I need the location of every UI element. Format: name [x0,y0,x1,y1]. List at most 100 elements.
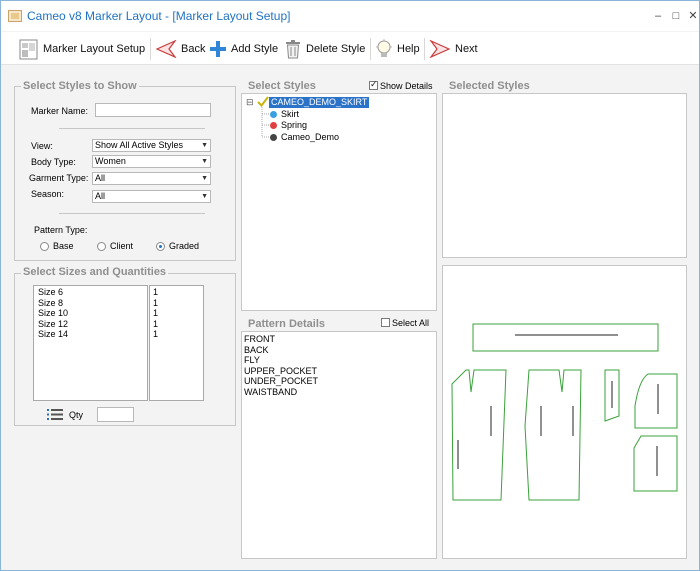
dark-ball-icon [270,133,277,141]
app-window: Cameo v8 Marker Layout - [Marker Layout … [0,0,700,571]
toolbar-divider [424,38,425,60]
next-label: Next [455,43,478,55]
list-item[interactable]: 1 [150,329,203,340]
tree-item-spring[interactable]: Spring [270,120,307,130]
pattern-type-base-label: Base [53,241,74,251]
list-item[interactable]: Size 12 [34,319,147,330]
sizes-list[interactable]: Size 6 Size 8 Size 10 Size 12 Size 14 [33,285,148,401]
select-all-checkbox[interactable] [381,318,390,327]
list-item[interactable]: 1 [150,298,203,309]
list-item[interactable]: UPPER_POCKET [243,366,318,377]
list-item[interactable]: Size 10 [34,308,147,319]
radio-icon [40,241,49,251]
garment-type-label: Garment Type: [29,173,89,183]
trash-icon [286,40,300,59]
under-pocket-piece[interactable] [633,435,678,492]
tree-item-label: Spring [281,120,308,130]
maximize-button[interactable]: □ [667,7,685,25]
help-label: Help [397,43,420,55]
marker-name-input[interactable] [95,103,211,117]
checkmark-icon [257,96,269,107]
pattern-type-client-label: Client [110,241,134,251]
help-button[interactable]: Help [375,35,420,63]
body-type-label: Body Type: [31,157,76,167]
styles-filter-legend: Select Styles to Show [21,80,139,92]
season-select-value: All [95,191,106,201]
red-ball-icon [270,121,277,129]
list-item[interactable]: Size 14 [34,329,147,340]
list-item[interactable]: 1 [150,308,203,319]
tree-item-skirt[interactable]: Skirt [270,109,299,119]
garment-type-select[interactable]: All ▼ [92,172,211,185]
plus-icon [210,41,226,57]
garment-type-select-value: All [95,173,106,183]
add-style-button[interactable]: Add Style [209,35,278,63]
selected-styles-panel [442,93,687,258]
list-item[interactable]: FLY [243,355,318,366]
marker-layout-setup-icon [19,39,38,60]
tree-expander-icon[interactable]: ⊟ [246,97,254,108]
add-style-label: Add Style [231,43,279,55]
pattern-type-base-radio[interactable]: Base [40,241,74,251]
back-arrow-icon [155,40,177,58]
blue-ball-icon [270,110,277,118]
back-button[interactable]: Back [155,35,205,63]
chevron-down-icon: ▼ [201,175,208,182]
marker-layout-setup-button[interactable]: Marker Layout Setup [19,35,145,63]
radio-icon [97,241,106,251]
list-item[interactable]: Size 6 [34,287,147,298]
view-select[interactable]: Show All Active Styles ▼ [92,139,211,152]
close-button[interactable]: ✕ [684,7,700,25]
front-piece[interactable] [451,369,507,501]
chevron-down-icon: ▼ [201,158,208,165]
app-icon [8,10,22,22]
pattern-type-label: Pattern Type: [34,225,88,235]
delete-style-label: Delete Style [306,43,366,55]
back-label: Back [181,43,206,55]
pattern-type-client-radio[interactable]: Client [97,241,133,251]
minimize-button[interactable]: – [649,7,667,25]
season-select[interactable]: All ▼ [92,190,211,203]
body-type-select[interactable]: Women ▼ [92,155,211,168]
qty-label: Qty [69,410,84,420]
list-item[interactable]: WAISTBAND [243,387,318,398]
qty-input[interactable] [97,407,134,422]
toolbar-divider [370,38,371,60]
sizes-legend: Select Sizes and Quantities [21,266,169,278]
list-item[interactable]: Size 8 [34,298,147,309]
body-type-select-value: Women [95,156,126,166]
select-all-label: Select All [392,318,430,328]
list-item[interactable]: UNDER_POCKET [243,376,318,387]
view-select-value: Show All Active Styles [95,140,184,150]
title-bar: Cameo v8 Marker Layout - [Marker Layout … [1,1,699,31]
chevron-down-icon: ▼ [201,142,208,149]
pattern-preview-canvas [451,323,678,501]
list-item[interactable]: 1 [150,319,203,330]
select-styles-legend: Select Styles [246,80,318,92]
lightbulb-icon [376,39,392,57]
next-arrow-icon [429,40,451,58]
window-title: Cameo v8 Marker Layout - [Marker Layout … [27,9,291,23]
view-label: View: [31,141,53,151]
waistband-piece[interactable] [472,323,659,352]
pattern-type-graded-radio[interactable]: Graded [156,241,199,251]
upper-pocket-piece[interactable] [634,373,678,429]
marker-layout-setup-label: Marker Layout Setup [43,43,146,55]
marker-name-label: Marker Name: [31,106,89,116]
list-icon[interactable] [47,408,63,421]
show-details-checkbox[interactable] [369,79,378,90]
quantities-list[interactable]: 1 1 1 1 1 [149,285,204,401]
delete-style-button[interactable]: Delete Style [284,35,365,63]
tree-root-item[interactable]: CAMEO_DEMO_SKIRT [269,97,370,108]
show-details-label: Show Details [380,81,433,91]
pattern-list: FRONT BACK FLY UPPER_POCKET UNDER_POCKET… [243,334,318,397]
list-item[interactable]: FRONT [243,334,318,345]
pattern-details-legend: Pattern Details [246,318,328,330]
chevron-down-icon: ▼ [201,193,208,200]
list-item[interactable]: BACK [243,345,318,356]
tree-item-cameo-demo[interactable]: Cameo_Demo [270,132,339,142]
separator [59,213,205,214]
tree-item-label: Cameo_Demo [281,132,340,142]
next-button[interactable]: Next [429,35,478,63]
list-item[interactable]: 1 [150,287,203,298]
